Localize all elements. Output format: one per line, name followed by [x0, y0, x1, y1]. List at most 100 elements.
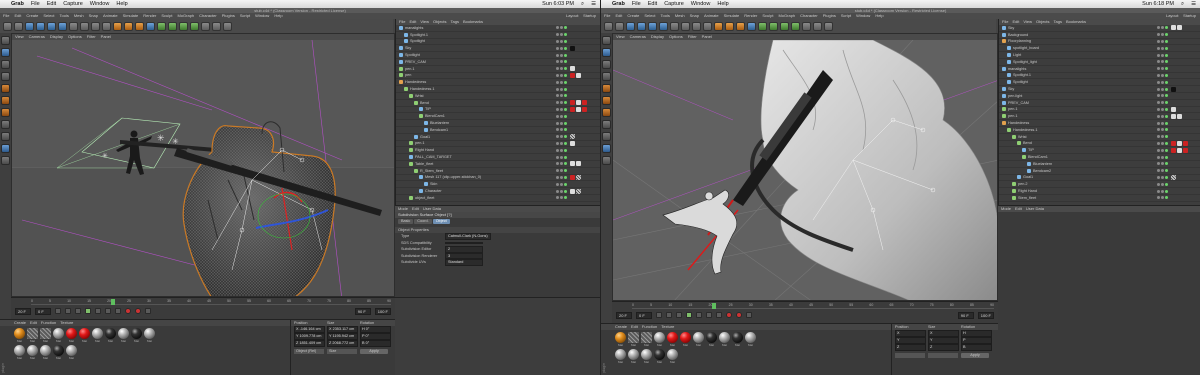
- render-visibility-icon[interactable]: [1161, 135, 1164, 139]
- object-name[interactable]: pen.1: [415, 141, 425, 145]
- object-name[interactable]: pen.2: [1018, 182, 1028, 186]
- enabled-check-icon[interactable]: [564, 135, 567, 139]
- coordinate-size-select[interactable]: Size: [327, 349, 357, 354]
- object-manager-menu-item[interactable]: File: [1002, 19, 1008, 25]
- enabled-check-icon[interactable]: [564, 67, 567, 71]
- render-view-icon[interactable]: [113, 21, 122, 31]
- object-row[interactable]: Light: [999, 52, 1200, 59]
- object-row[interactable]: Sky: [999, 86, 1200, 93]
- pen-spline-icon[interactable]: [157, 21, 166, 31]
- object-name[interactable]: Handedness: [1008, 121, 1029, 125]
- editor-visibility-icon[interactable]: [1157, 67, 1160, 71]
- render-visibility-icon[interactable]: [560, 33, 563, 37]
- object-name[interactable]: R_Stem_fleet: [420, 169, 443, 173]
- editor-visibility-icon[interactable]: [1157, 73, 1160, 77]
- material-ball-icon[interactable]: [14, 345, 25, 356]
- attribute-value-field[interactable]: Standard: [445, 259, 483, 266]
- object-tag-icon[interactable]: [1177, 147, 1182, 153]
- material-swatch[interactable]: Mat: [14, 328, 25, 343]
- editor-visibility-icon[interactable]: [1157, 46, 1160, 50]
- cube-icon[interactable]: [747, 21, 756, 31]
- render-visibility-icon[interactable]: [1161, 141, 1164, 145]
- editor-visibility-icon[interactable]: [556, 26, 559, 30]
- object-tag-icon[interactable]: [1177, 25, 1182, 31]
- redo-icon[interactable]: [14, 21, 23, 31]
- editor-visibility-icon[interactable]: [1157, 39, 1160, 43]
- min-frame-field[interactable]: 0 F: [636, 311, 652, 319]
- material-ball-icon[interactable]: [628, 332, 639, 343]
- render-visibility-icon[interactable]: [1161, 39, 1164, 43]
- material-ball-icon[interactable]: [706, 332, 717, 343]
- attribute-menu-item[interactable]: User Data: [1026, 206, 1044, 212]
- object-name[interactable]: Table_fleet: [415, 162, 433, 166]
- attribute-value-field[interactable]: Catmull-Clark (N-Gons): [445, 233, 491, 240]
- object-name[interactable]: BlendCam1: [425, 114, 445, 118]
- key-selection-icon[interactable]: [145, 308, 151, 314]
- coordinate-field[interactable]: P 0°: [360, 333, 391, 340]
- object-tag-icon[interactable]: [1171, 106, 1176, 112]
- material-ball-icon[interactable]: [615, 332, 626, 343]
- material-ball-icon[interactable]: [667, 349, 678, 360]
- object-manager-menu-item[interactable]: View: [1023, 19, 1032, 25]
- object-name[interactable]: Spotlight: [410, 39, 425, 43]
- object-row[interactable]: Table_fleet: [396, 161, 600, 168]
- enabled-check-icon[interactable]: [564, 33, 567, 37]
- render-visibility-icon[interactable]: [560, 162, 563, 166]
- goto-start-icon[interactable]: [55, 308, 61, 314]
- tweak-mode-icon[interactable]: [1, 132, 10, 141]
- attribute-tab[interactable]: Object: [432, 219, 450, 224]
- apply-button[interactable]: Apply: [961, 353, 989, 358]
- object-row[interactable]: Wrist: [999, 134, 1200, 141]
- editor-visibility-icon[interactable]: [556, 80, 559, 84]
- redo-icon[interactable]: [615, 21, 624, 31]
- scale-icon[interactable]: [648, 21, 657, 31]
- object-name[interactable]: Right Hand: [1018, 189, 1037, 193]
- render-visibility-icon[interactable]: [560, 135, 563, 139]
- enabled-check-icon[interactable]: [1165, 101, 1168, 105]
- enabled-check-icon[interactable]: [564, 26, 567, 30]
- object-row[interactable]: Spotlight: [999, 79, 1200, 87]
- enabled-check-icon[interactable]: [564, 39, 567, 43]
- material-ball-icon[interactable]: [131, 328, 142, 339]
- render-visibility-icon[interactable]: [1161, 169, 1164, 173]
- material-ball-icon[interactable]: [667, 332, 678, 343]
- mac-menu-item[interactable]: Window: [691, 1, 711, 7]
- object-row[interactable]: pen.1: [999, 113, 1200, 121]
- object-name[interactable]: pen.1: [405, 67, 415, 71]
- object-name[interactable]: Wrist: [415, 94, 424, 98]
- material-menu-item[interactable]: Texture: [60, 320, 73, 326]
- texture-mode-icon[interactable]: [1, 60, 10, 69]
- object-name[interactable]: Background: [1008, 33, 1028, 37]
- material-ball-icon[interactable]: [641, 349, 652, 360]
- material-ball-icon[interactable]: [27, 345, 38, 356]
- pen-spline-icon[interactable]: [758, 21, 767, 31]
- material-swatch[interactable]: Mat: [628, 332, 639, 347]
- object-name[interactable]: Bluelantern: [1033, 162, 1052, 166]
- editor-visibility-icon[interactable]: [556, 155, 559, 159]
- object-row[interactable]: Goal1: [396, 134, 600, 141]
- editor-visibility-icon[interactable]: [1157, 87, 1160, 91]
- object-manager-menu-item[interactable]: Objects: [1036, 19, 1050, 25]
- editor-visibility-icon[interactable]: [556, 182, 559, 186]
- object-row[interactable]: Bend: [999, 140, 1200, 148]
- enabled-check-icon[interactable]: [564, 101, 567, 105]
- material-ball-icon[interactable]: [144, 328, 155, 339]
- object-row[interactable]: manalights: [396, 25, 600, 32]
- coordinate-field[interactable]: Z: [928, 344, 959, 351]
- enabled-check-icon[interactable]: [564, 182, 567, 186]
- enable-axis-icon[interactable]: [1, 120, 10, 129]
- object-row[interactable]: BlendCam1: [999, 154, 1200, 161]
- enabled-check-icon[interactable]: [1165, 67, 1168, 71]
- material-swatch[interactable]: Mat: [27, 345, 38, 360]
- prev-frame-icon[interactable]: [75, 308, 81, 314]
- material-swatch[interactable]: Mat: [118, 328, 129, 343]
- enabled-check-icon[interactable]: [564, 87, 567, 91]
- enabled-check-icon[interactable]: [1165, 128, 1168, 132]
- move-icon[interactable]: [36, 21, 45, 31]
- render-picture-viewer-icon[interactable]: [124, 21, 133, 31]
- object-name[interactable]: Floorplanning: [1008, 39, 1031, 43]
- render-visibility-icon[interactable]: [560, 121, 563, 125]
- live-selection-icon[interactable]: [626, 21, 635, 31]
- object-row[interactable]: Stem_fleet: [999, 195, 1200, 202]
- material-ball-icon[interactable]: [628, 349, 639, 360]
